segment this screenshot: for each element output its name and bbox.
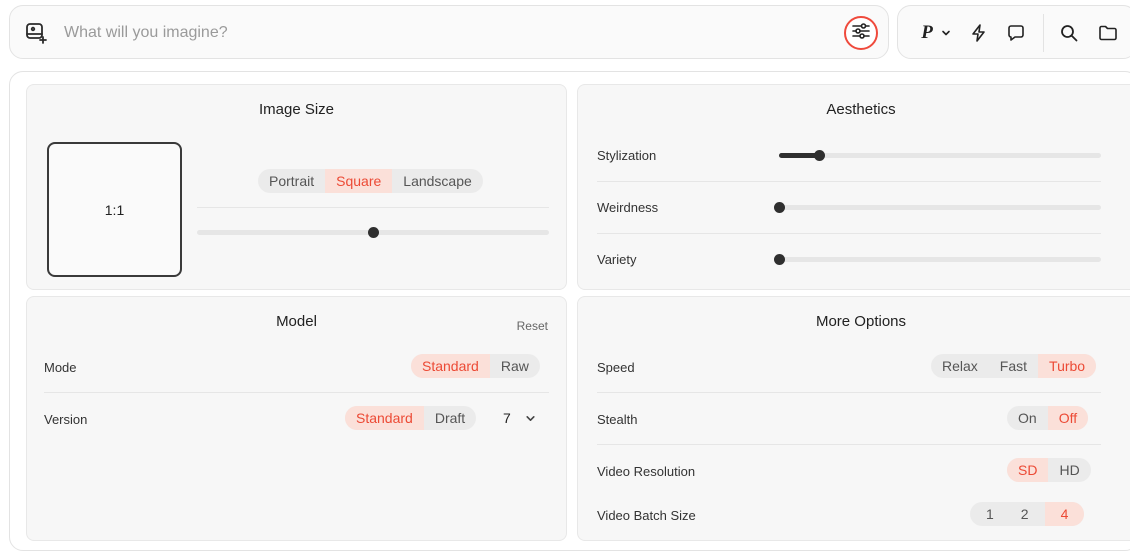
mode-toggle: Standard Raw: [411, 354, 540, 378]
weirdness-slider[interactable]: [779, 205, 1101, 210]
aspect-ratio-label: 1:1: [104, 201, 125, 218]
model-panel: Model Reset Mode Standard Raw Version St…: [26, 296, 567, 541]
settings-sliders-icon: [851, 21, 871, 46]
video-resolution-label: Video Resolution: [597, 464, 696, 479]
speed-fast[interactable]: Fast: [989, 354, 1038, 378]
prompt-input[interactable]: [64, 19, 824, 47]
mode-raw[interactable]: Raw: [490, 354, 540, 378]
weirdness-label: Weirdness: [597, 200, 659, 215]
divider: [597, 181, 1101, 182]
variety-slider[interactable]: [779, 257, 1101, 262]
video-batch-4[interactable]: 4: [1044, 502, 1085, 526]
version-draft[interactable]: Draft: [424, 406, 476, 430]
lightning-icon[interactable]: [967, 20, 991, 46]
chat-bubble-icon[interactable]: [1004, 20, 1028, 46]
orientation-landscape[interactable]: Landscape: [392, 169, 483, 193]
divider: [597, 444, 1101, 445]
chevron-down-icon: [941, 28, 951, 38]
toolbar-divider: [1043, 14, 1044, 52]
personalize-dropdown[interactable]: P: [916, 20, 956, 46]
divider: [44, 392, 549, 393]
speed-turbo[interactable]: Turbo: [1038, 354, 1097, 378]
settings-panel: Image Size 1:1 Portrait Square Landscape…: [9, 71, 1130, 551]
variety-slider-handle[interactable]: [773, 254, 785, 265]
prompt-bar: [9, 5, 889, 59]
divider: [597, 392, 1101, 393]
version-number: 7: [503, 410, 511, 426]
divider: [197, 207, 549, 208]
video-resolution-hd[interactable]: HD: [1048, 458, 1090, 482]
video-batch-size-toggle: 1 2 4: [970, 502, 1085, 526]
orientation-toggle: Portrait Square Landscape: [258, 169, 483, 193]
stealth-off[interactable]: Off: [1047, 406, 1089, 430]
settings-button[interactable]: [844, 16, 878, 50]
version-toggle: Standard Draft: [345, 406, 477, 430]
divider: [597, 233, 1101, 234]
personalize-label: P: [921, 22, 933, 43]
add-image-icon[interactable]: [24, 21, 48, 45]
video-resolution-sd[interactable]: SD: [1007, 458, 1049, 482]
more-options-title: More Options: [815, 313, 907, 330]
speed-label: Speed: [597, 360, 635, 375]
stylization-slider[interactable]: [779, 153, 1101, 158]
search-icon[interactable]: [1057, 20, 1081, 46]
image-size-title: Image Size: [258, 101, 335, 118]
more-options-panel: More Options Speed Relax Fast Turbo Stea…: [577, 296, 1130, 541]
aspect-ratio-preview: 1:1: [47, 142, 182, 277]
mode-label: Mode: [44, 360, 77, 375]
image-size-panel: Image Size 1:1 Portrait Square Landscape: [26, 84, 567, 290]
tools-bar: P: [897, 5, 1130, 59]
video-resolution-toggle: SD HD: [1007, 458, 1091, 482]
weirdness-slider-handle[interactable]: [773, 202, 785, 213]
video-batch-1[interactable]: 1: [970, 502, 1005, 526]
stylization-slider-handle[interactable]: [813, 150, 825, 161]
orientation-portrait[interactable]: Portrait: [258, 169, 325, 193]
version-standard[interactable]: Standard: [345, 406, 424, 430]
speed-toggle: Relax Fast Turbo: [931, 354, 1097, 378]
aesthetics-title: Aesthetics: [826, 101, 896, 118]
speed-relax[interactable]: Relax: [931, 354, 989, 378]
video-batch-size-label: Video Batch Size: [597, 508, 696, 523]
stylization-label: Stylization: [597, 148, 657, 163]
version-number-dropdown[interactable]: 7: [503, 406, 536, 430]
variety-label: Variety: [597, 252, 637, 267]
orientation-square[interactable]: Square: [325, 169, 393, 193]
chevron-down-icon: [525, 413, 536, 424]
mode-standard[interactable]: Standard: [411, 354, 490, 378]
stealth-label: Stealth: [597, 412, 638, 427]
stealth-on[interactable]: On: [1007, 406, 1048, 430]
stealth-toggle: On Off: [1007, 406, 1089, 430]
folder-icon[interactable]: [1096, 20, 1120, 46]
aesthetics-panel: Aesthetics Stylization Weirdness Variety: [577, 84, 1130, 290]
version-label: Version: [44, 412, 88, 427]
video-batch-2[interactable]: 2: [1005, 502, 1045, 526]
reset-button[interactable]: Reset: [517, 319, 548, 333]
aspect-ratio-slider-handle[interactable]: [367, 227, 379, 238]
model-title: Model: [276, 313, 317, 330]
